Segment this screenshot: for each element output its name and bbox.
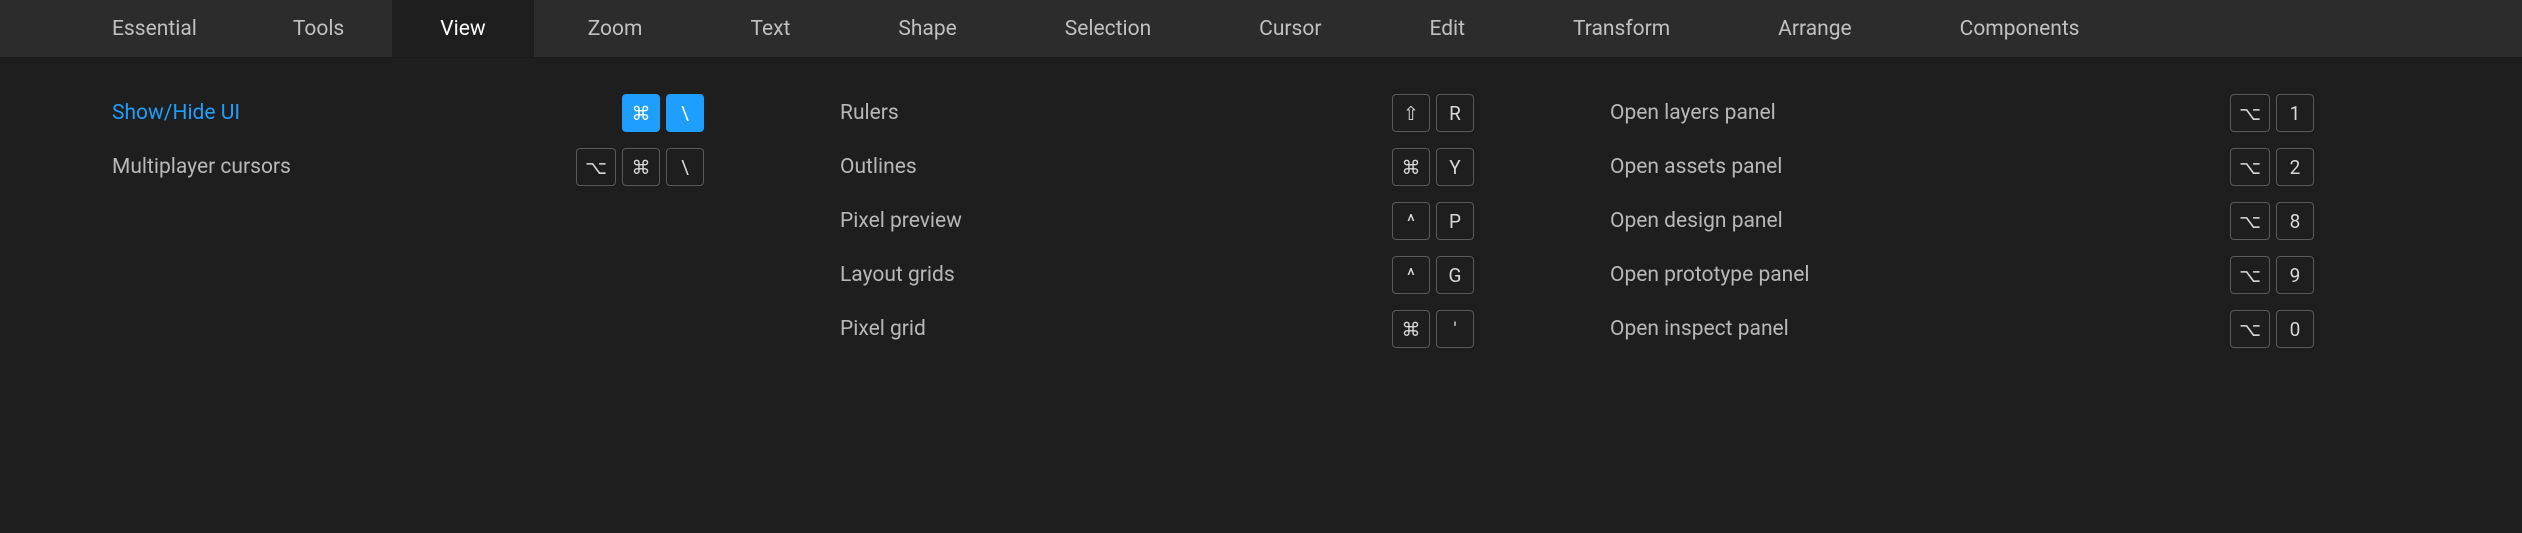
shortcut-keys: ⌥ 9 (2230, 256, 2314, 294)
shortcut-label: Pixel grid (840, 317, 926, 341)
tab-essential[interactable]: Essential (0, 0, 245, 57)
key-letter: R (1436, 94, 1474, 132)
shortcut-keys: ^ P (1392, 202, 1474, 240)
shortcut-label: Show/Hide UI (112, 101, 240, 125)
key-apostrophe: ' (1436, 310, 1474, 348)
shortcut-show-hide-ui[interactable]: Show/Hide UI ⌘ \ (112, 86, 704, 140)
shortcut-multiplayer-cursors[interactable]: Multiplayer cursors ⌥ ⌘ \ (112, 140, 704, 194)
key-option-icon: ⌥ (2230, 94, 2270, 132)
key-option-icon: ⌥ (2230, 310, 2270, 348)
shortcut-label: Pixel preview (840, 209, 962, 233)
tab-cursor[interactable]: Cursor (1205, 0, 1375, 57)
key-option-icon: ⌥ (2230, 256, 2270, 294)
key-option-icon: ⌥ (2230, 148, 2270, 186)
shortcut-layout-grids[interactable]: Layout grids ^ G (840, 248, 1474, 302)
shortcut-label: Rulers (840, 101, 899, 125)
key-backslash: \ (666, 94, 704, 132)
shortcut-keys: ⌥ ⌘ \ (576, 148, 704, 186)
shortcuts-content: Show/Hide UI ⌘ \ Multiplayer cursors ⌥ ⌘… (0, 58, 2522, 356)
tab-tools[interactable]: Tools (245, 0, 392, 57)
key-control-icon: ^ (1392, 202, 1430, 240)
tab-transform[interactable]: Transform (1519, 0, 1724, 57)
tab-shape[interactable]: Shape (844, 0, 1010, 57)
tab-label: Tools (293, 17, 344, 41)
shortcut-open-inspect-panel[interactable]: Open inspect panel ⌥ 0 (1610, 302, 2314, 356)
key-number: 9 (2276, 256, 2314, 294)
key-option-icon: ⌥ (2230, 202, 2270, 240)
shortcut-keys: ⌘ \ (622, 94, 704, 132)
tab-label: Shape (898, 17, 956, 41)
key-option-icon: ⌥ (576, 148, 616, 186)
tab-bar: Essential Tools View Zoom Text Shape Sel… (0, 0, 2522, 58)
tab-label: View (440, 17, 485, 41)
key-backslash: \ (666, 148, 704, 186)
shortcut-keys: ⌘ ' (1392, 310, 1474, 348)
key-number: 1 (2276, 94, 2314, 132)
tab-label: Arrange (1778, 17, 1851, 41)
key-letter: P (1436, 202, 1474, 240)
key-command-icon: ⌘ (622, 94, 660, 132)
shortcut-label: Outlines (840, 155, 917, 179)
key-shift-icon: ⇧ (1392, 94, 1430, 132)
tab-edit[interactable]: Edit (1375, 0, 1519, 57)
shortcut-label: Layout grids (840, 263, 955, 287)
shortcut-column-3: Open layers panel ⌥ 1 Open assets panel … (1530, 86, 2370, 356)
shortcut-label: Multiplayer cursors (112, 155, 291, 179)
shortcut-open-assets-panel[interactable]: Open assets panel ⌥ 2 (1610, 140, 2314, 194)
shortcut-pixel-preview[interactable]: Pixel preview ^ P (840, 194, 1474, 248)
shortcut-label: Open layers panel (1610, 101, 1776, 125)
shortcut-keys: ⇧ R (1392, 94, 1474, 132)
shortcut-column-2: Rulers ⇧ R Outlines ⌘ Y Pixel preview ^ … (760, 86, 1530, 356)
tab-selection[interactable]: Selection (1011, 0, 1205, 57)
shortcut-label: Open design panel (1610, 209, 1783, 233)
shortcut-keys: ^ G (1392, 256, 1474, 294)
key-number: 8 (2276, 202, 2314, 240)
key-control-icon: ^ (1392, 256, 1430, 294)
shortcut-keys: ⌥ 0 (2230, 310, 2314, 348)
shortcut-pixel-grid[interactable]: Pixel grid ⌘ ' (840, 302, 1474, 356)
key-command-icon: ⌘ (622, 148, 660, 186)
shortcut-label: Open prototype panel (1610, 263, 1810, 287)
key-command-icon: ⌘ (1392, 148, 1430, 186)
tab-label: Transform (1573, 17, 1670, 41)
shortcut-keys: ⌥ 8 (2230, 202, 2314, 240)
tab-zoom[interactable]: Zoom (534, 0, 697, 57)
tab-label: Selection (1065, 17, 1151, 41)
shortcut-keys: ⌥ 2 (2230, 148, 2314, 186)
tab-label: Cursor (1259, 17, 1321, 41)
key-letter: Y (1436, 148, 1474, 186)
tab-text[interactable]: Text (696, 0, 844, 57)
shortcut-open-layers-panel[interactable]: Open layers panel ⌥ 1 (1610, 86, 2314, 140)
key-letter: G (1436, 256, 1474, 294)
shortcut-label: Open assets panel (1610, 155, 1782, 179)
tab-arrange[interactable]: Arrange (1724, 0, 1905, 57)
tab-label: Text (750, 17, 790, 41)
shortcut-open-design-panel[interactable]: Open design panel ⌥ 8 (1610, 194, 2314, 248)
shortcut-outlines[interactable]: Outlines ⌘ Y (840, 140, 1474, 194)
shortcut-rulers[interactable]: Rulers ⇧ R (840, 86, 1474, 140)
tab-label: Edit (1429, 17, 1465, 41)
tab-label: Essential (112, 17, 197, 41)
shortcut-open-prototype-panel[interactable]: Open prototype panel ⌥ 9 (1610, 248, 2314, 302)
shortcut-keys: ⌘ Y (1392, 148, 1474, 186)
tab-label: Components (1960, 17, 2080, 41)
tab-label: Zoom (588, 17, 643, 41)
key-command-icon: ⌘ (1392, 310, 1430, 348)
shortcut-keys: ⌥ 1 (2230, 94, 2314, 132)
key-number: 0 (2276, 310, 2314, 348)
tab-components[interactable]: Components (1906, 0, 2134, 57)
tab-view[interactable]: View (392, 0, 533, 57)
shortcut-column-1: Show/Hide UI ⌘ \ Multiplayer cursors ⌥ ⌘… (0, 86, 760, 356)
key-number: 2 (2276, 148, 2314, 186)
shortcut-label: Open inspect panel (1610, 317, 1789, 341)
